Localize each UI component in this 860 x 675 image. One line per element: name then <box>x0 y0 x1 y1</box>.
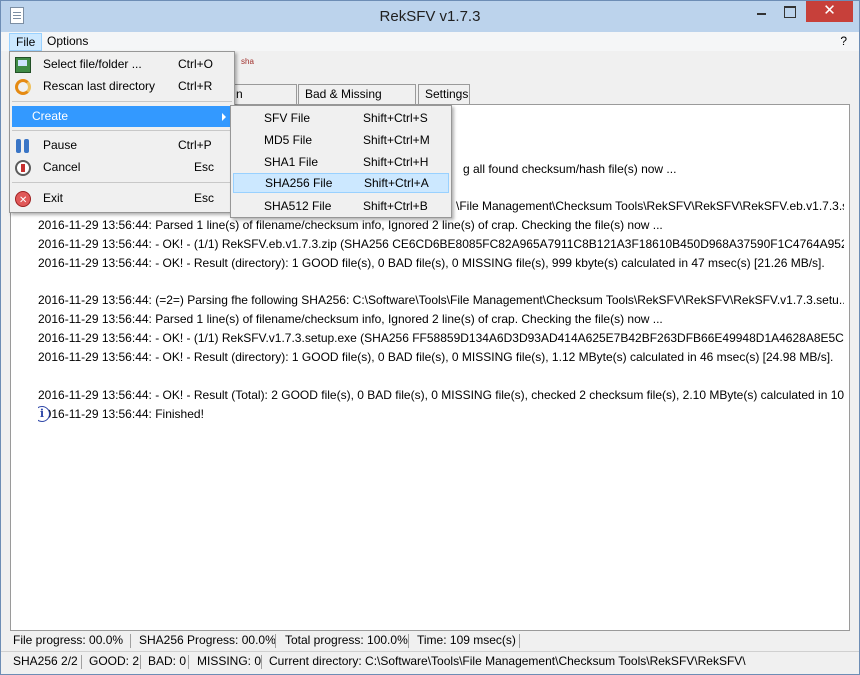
sha-icon[interactable]: sha <box>241 57 254 66</box>
status-divider <box>140 655 141 669</box>
elapsed-time: Time: 109 msec(s) <box>417 633 516 647</box>
log-line: ☺2016-11-29 13:56:44: - OK! - Result (di… <box>38 254 844 272</box>
menu-pause[interactable]: Pause Ctrl+P <box>12 135 232 156</box>
log-line: i2016-11-29 13:56:44: Parsed 1 line(s) o… <box>38 310 844 328</box>
status-divider <box>275 634 276 648</box>
bad-count: BAD: 0 <box>148 654 187 668</box>
status-divider <box>81 655 82 669</box>
menu-create-md5[interactable]: MD5 File Shift+Ctrl+M <box>233 130 449 150</box>
missing-count: MISSING: 0 <box>197 654 262 668</box>
status-divider <box>261 655 262 669</box>
pause-icon <box>15 138 31 154</box>
status-divider <box>130 634 131 648</box>
folder-icon <box>15 57 31 73</box>
title-bar[interactable]: RekSFV v1.7.3 ✕ <box>1 1 859 32</box>
status-divider <box>408 634 409 648</box>
window-title: RekSFV v1.7.3 <box>379 8 481 25</box>
menu-separator <box>12 182 232 183</box>
menu-rescan-last-directory[interactable]: Rescan last directory Ctrl+R <box>12 76 232 97</box>
log-line: ☺2016-11-29 13:56:44: - OK! - Result (To… <box>38 386 844 404</box>
tab-settings[interactable]: Settings <box>418 84 470 104</box>
log-line: i2016-11-29 13:56:44: (=2=) Parsing fhe … <box>38 291 844 309</box>
log-line: g all found checksum/hash file(s) now ..… <box>463 162 677 176</box>
menu-separator <box>12 101 232 102</box>
log-line: \File Management\Checksum Tools\RekSFV\R… <box>456 199 844 213</box>
menu-create-sfv[interactable]: SFV File Shift+Ctrl+S <box>233 108 449 128</box>
status-divider <box>519 634 520 648</box>
menu-separator <box>12 130 232 131</box>
log-line: ☺2016-11-29 13:56:44: - OK! - Result (di… <box>38 348 844 366</box>
progress-status-bar: File progress: 00.0% SHA256 Progress: 00… <box>1 631 859 651</box>
exit-icon <box>15 190 31 211</box>
menu-cancel[interactable]: Cancel Esc <box>12 157 232 178</box>
menu-exit[interactable]: Exit Esc <box>12 188 232 211</box>
good-count: GOOD: 2 <box>89 654 140 668</box>
minimize-button[interactable] <box>748 1 774 22</box>
file-progress: File progress: 00.0% <box>13 633 124 647</box>
log-line: ☺2016-11-29 13:56:44: - OK! - (1/1) RekS… <box>38 235 844 253</box>
log-line: i2016-11-29 13:56:44: Parsed 1 line(s) o… <box>38 216 844 234</box>
app-window: RekSFV v1.7.3 ✕ File Options ? sha n sum… <box>0 0 860 675</box>
tab-bad-missing-files[interactable]: Bad & Missing file(s) <box>298 84 416 119</box>
total-progress: Total progress: 100.0% <box>285 633 408 647</box>
menu-create-sha512[interactable]: SHA512 File Shift+Ctrl+B <box>233 196 449 216</box>
create-submenu: SFV File Shift+Ctrl+S MD5 File Shift+Ctr… <box>230 105 452 218</box>
status-divider <box>188 655 189 669</box>
maximize-button[interactable] <box>776 1 803 22</box>
menu-create-sha256[interactable]: SHA256 File Shift+Ctrl+A <box>233 173 449 193</box>
menu-select-file-folder[interactable]: Select file/folder ... Ctrl+O <box>12 54 232 75</box>
menu-create-sha1[interactable]: SHA1 File Shift+Ctrl+H <box>233 152 449 172</box>
log-line: ☺2016-11-29 13:56:44: - OK! - (1/1) RekS… <box>38 329 844 347</box>
cancel-icon <box>15 160 31 176</box>
menu-bar: File Options ? <box>1 32 859 51</box>
menu-file[interactable]: File <box>9 33 43 51</box>
close-button[interactable]: ✕ <box>806 1 853 22</box>
file-menu-dropdown: Select file/folder ... Ctrl+O Rescan las… <box>9 51 235 213</box>
menu-create[interactable]: Create <box>12 106 232 127</box>
result-status-bar: SHA256 2/2 GOOD: 2 BAD: 0 MISSING: 0 Cur… <box>1 651 859 671</box>
sha-progress: SHA256 Progress: 00.0% <box>139 633 276 647</box>
help-button[interactable]: ? <box>840 34 847 48</box>
current-directory: Current directory: C:\Software\Tools\Fil… <box>269 654 746 668</box>
menu-options[interactable]: Options <box>41 33 94 51</box>
rescan-icon <box>15 79 31 95</box>
submenu-arrow-icon <box>222 113 226 121</box>
checksum-count: SHA256 2/2 <box>13 654 78 668</box>
log-line: i 2016-11-29 13:56:44: Finished! <box>38 405 844 423</box>
tab-summary[interactable]: n summary <box>229 84 297 119</box>
